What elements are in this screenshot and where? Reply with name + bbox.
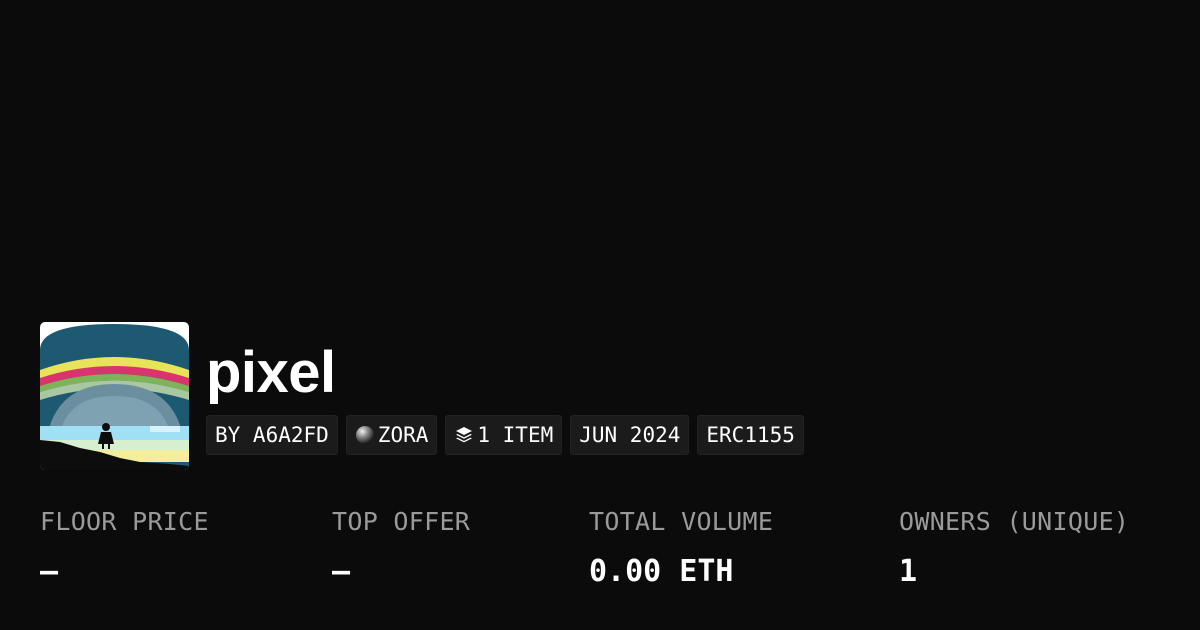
collection-title: pixel (206, 340, 336, 405)
date-tag: JUN 2024 (570, 415, 690, 455)
floor-price-label: FLOOR PRICE (40, 507, 209, 536)
total-volume-value: 0.00 ETH (589, 554, 734, 589)
zora-orb-icon (355, 425, 375, 445)
layers-icon (454, 425, 474, 445)
items-label: 1 ITEM (477, 423, 554, 447)
standard-tag: ERC1155 (697, 415, 804, 455)
creator-label: BY A6A2FD (215, 423, 329, 447)
date-label: JUN 2024 (579, 423, 681, 447)
items-tag[interactable]: 1 ITEM (445, 415, 563, 455)
collection-card: pixel BY A6A2FD ZORA 1 ITEM JUN 2024 ERC… (0, 0, 1200, 630)
top-offer-label: TOP OFFER (332, 507, 471, 536)
owners-label: OWNERS (UNIQUE) (899, 507, 1130, 536)
standard-label: ERC1155 (706, 423, 795, 447)
floor-price-value: – (40, 554, 59, 589)
collection-tags: BY A6A2FD ZORA 1 ITEM JUN 2024 ERC1155 (206, 415, 804, 455)
creator-tag[interactable]: BY A6A2FD (206, 415, 338, 455)
chain-tag[interactable]: ZORA (345, 415, 438, 455)
total-volume-label: TOTAL VOLUME (589, 507, 774, 536)
top-offer-value: – (332, 554, 351, 589)
chain-label: ZORA (377, 423, 429, 447)
collection-thumbnail (40, 322, 189, 470)
owners-value: 1 (899, 554, 918, 589)
